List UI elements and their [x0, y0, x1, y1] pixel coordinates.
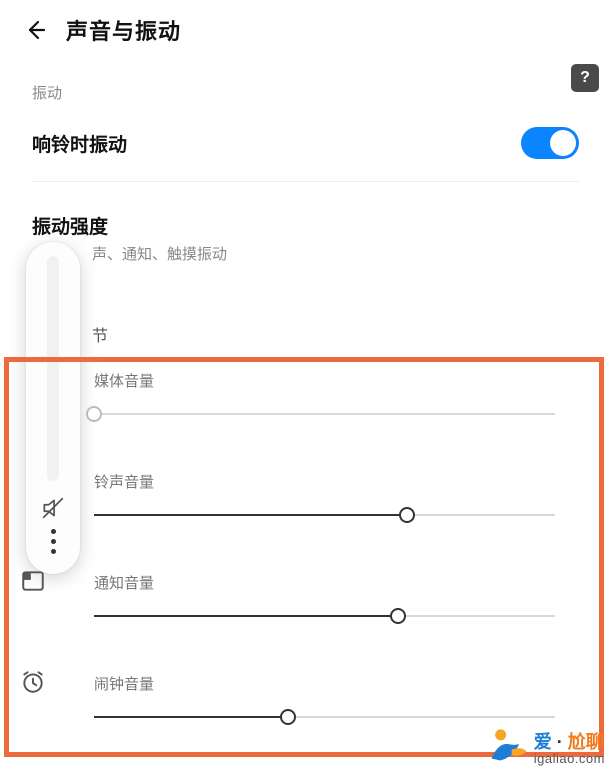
divider	[32, 181, 579, 182]
notify-volume-group: 通知音量	[0, 538, 611, 639]
ring-vibrate-toggle[interactable]	[521, 127, 579, 159]
notify-volume-label: 通知音量	[94, 572, 555, 593]
ring-vibrate-label: 响铃时振动	[32, 130, 127, 157]
watermark-logo-icon	[486, 722, 530, 766]
media-volume-label: 媒体音量	[94, 370, 555, 391]
media-volume-slider[interactable]	[94, 405, 555, 423]
vibration-intensity-subtitle: 声、通知、触摸振动	[0, 243, 611, 264]
watermark: 爱 · 尬聊 igaliao.com	[486, 722, 605, 766]
alarm-icon	[20, 669, 48, 697]
notify-volume-slider[interactable]	[94, 607, 555, 625]
watermark-domain: igaliao.com	[534, 752, 605, 766]
arrow-left-icon	[23, 18, 47, 42]
ring-vibrate-row[interactable]: 响铃时振动	[0, 109, 611, 177]
back-button[interactable]	[22, 17, 48, 43]
notification-icon	[20, 568, 48, 596]
ring-volume-group: 铃声音量	[0, 437, 611, 538]
vibration-intensity-title: 振动强度	[0, 186, 611, 243]
page-title: 声音与振动	[66, 14, 181, 46]
media-volume-group: 媒体音量	[0, 346, 611, 437]
ring-volume-slider[interactable]	[94, 506, 555, 524]
vibration-section-label: 振动	[0, 64, 611, 109]
ring-volume-label: 铃声音量	[94, 471, 555, 492]
watermark-brand: 爱 · 尬聊	[534, 733, 605, 752]
adjust-section-label: 节	[0, 264, 611, 346]
alarm-volume-label: 闹钟音量	[94, 673, 555, 694]
help-badge[interactable]: ?	[571, 64, 599, 92]
